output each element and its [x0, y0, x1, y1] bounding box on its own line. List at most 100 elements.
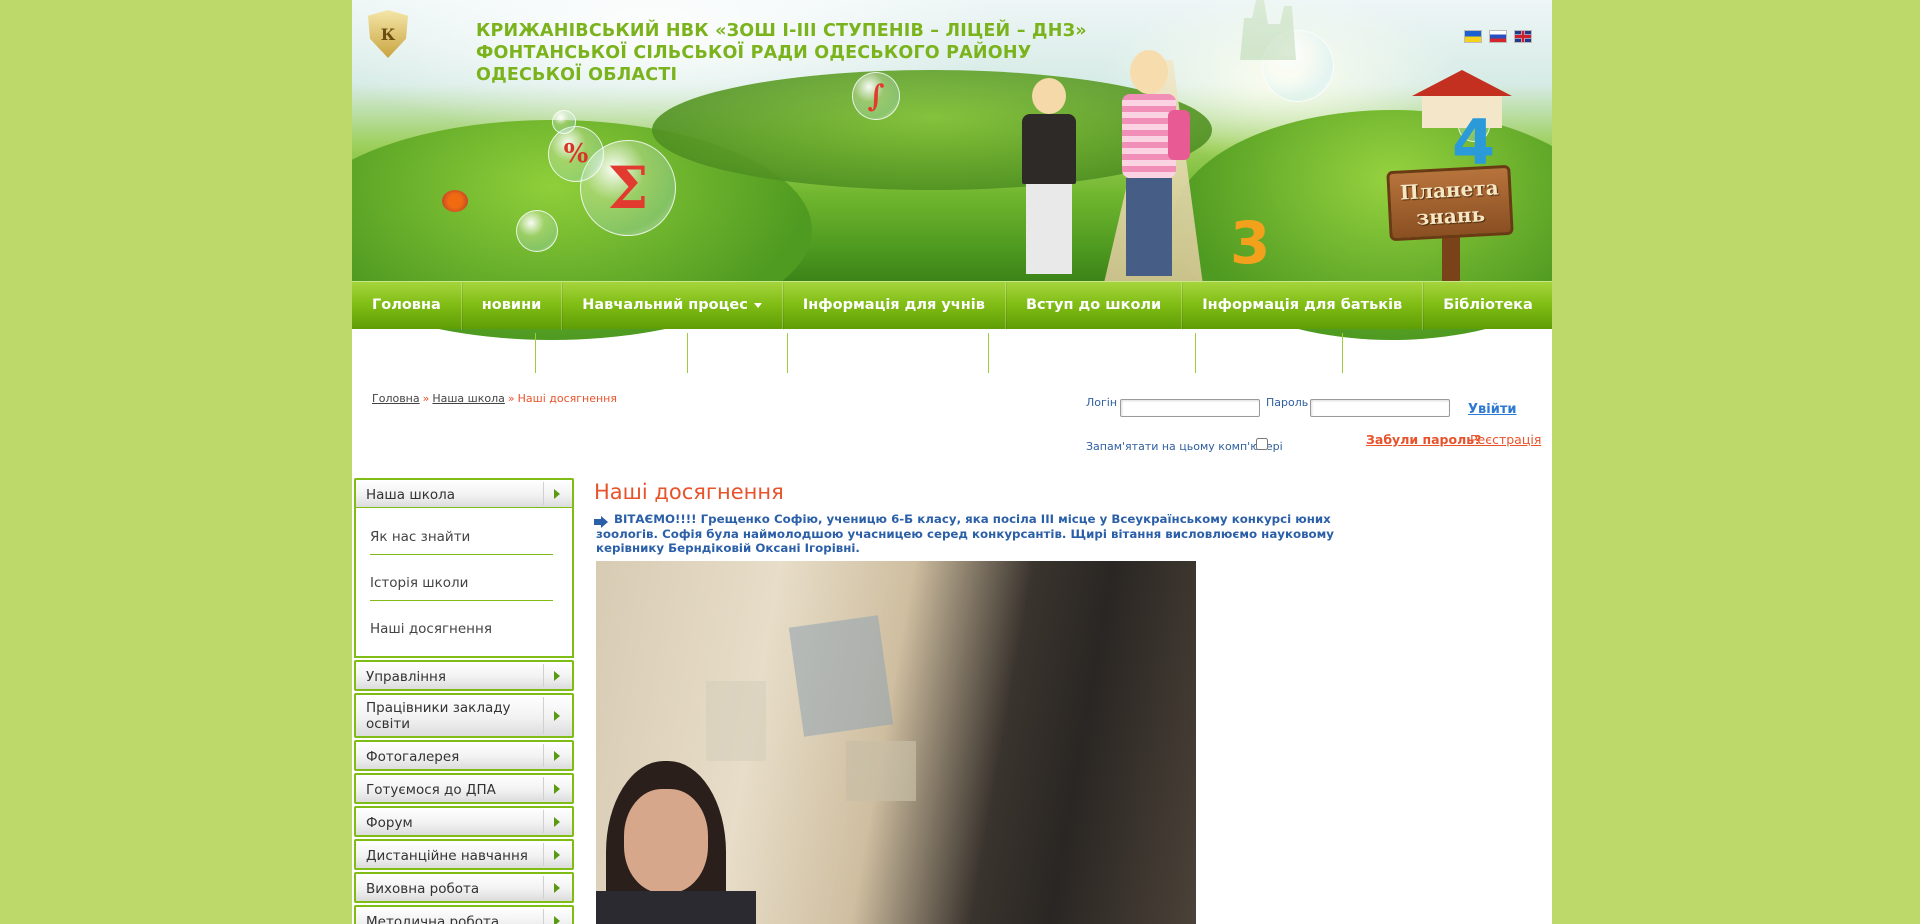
- divider: [1342, 333, 1343, 373]
- forgot-password-link[interactable]: Забули пароль?: [1366, 432, 1481, 447]
- divider: [535, 333, 536, 373]
- english-flag-icon[interactable]: [1514, 30, 1532, 43]
- girl-backpack: [1168, 110, 1190, 160]
- password-label: Пароль: [1266, 396, 1309, 409]
- ukrainian-flag-icon[interactable]: [1464, 30, 1482, 43]
- remember-label: Запам'ятати на цьому комп'ютері: [1086, 440, 1283, 453]
- sidebar-item-photo-gallery[interactable]: Фотогалерея: [354, 740, 574, 771]
- sigma-symbol: Σ: [607, 154, 649, 222]
- sidebar-item-label: Виховна робота: [366, 881, 480, 897]
- divider: [687, 333, 688, 373]
- register-link[interactable]: Реєстрація: [1470, 432, 1541, 447]
- school-logo[interactable]: К: [368, 10, 408, 58]
- sidebar-item-educational-work[interactable]: Виховна робота: [354, 872, 574, 903]
- small-bubble: [516, 210, 558, 252]
- divider: [988, 333, 989, 373]
- girl-face: [624, 789, 708, 893]
- girl-jeans: [1126, 178, 1172, 276]
- sidebar-item-management[interactable]: Управління: [354, 660, 574, 691]
- chevron-down-icon: [753, 302, 762, 308]
- sidebar-item-staff[interactable]: Працівники закладу освіти: [354, 693, 574, 738]
- nav-label: Головна: [372, 297, 441, 313]
- login-label: Логін: [1086, 396, 1118, 409]
- remember-checkbox[interactable]: [1256, 438, 1268, 450]
- nav-item-educational-process[interactable]: Навчальний процес: [562, 282, 783, 330]
- russian-flag-icon[interactable]: [1489, 30, 1507, 43]
- wall-paper: [846, 741, 916, 801]
- sidebar-item-distance-learning[interactable]: Дистанційне навчання: [354, 839, 574, 870]
- nav-item-student-info[interactable]: Інформація для учнів: [783, 282, 1006, 330]
- submenu-item-achievements[interactable]: Наші досягнення: [370, 612, 553, 646]
- header-banner: Σ % ∫ К КРИЖАНІВСЬКИЙ НВК «ЗОШ І-ІІІ СТУ…: [352, 0, 1552, 340]
- nav-label: Інформація для батьків: [1202, 297, 1403, 313]
- submenu-label: Історія школи: [370, 575, 469, 591]
- sidebar-item-label: Наша школа: [366, 487, 456, 503]
- breadcrumb-separator: »: [507, 392, 515, 405]
- breadcrumb: Головна» Наша школа» Наші досягнення: [372, 392, 617, 405]
- sidebar-item-label: Методична робота: [366, 914, 500, 924]
- chevron-right-icon: [543, 482, 570, 505]
- sidebar-item-label: Управління: [366, 669, 447, 685]
- page-title: Наші досягнення: [594, 480, 784, 504]
- girl-figure: [1108, 50, 1190, 280]
- chevron-right-icon: [543, 810, 570, 833]
- submenu-item-how-to-find-us[interactable]: Як нас знайти: [370, 520, 553, 555]
- chevron-right-icon: [543, 664, 570, 687]
- page-container: Σ % ∫ К КРИЖАНІВСЬКИЙ НВК «ЗОШ І-ІІІ СТУ…: [352, 0, 1552, 924]
- nav-item-admission[interactable]: Вступ до школи: [1006, 282, 1183, 330]
- sidebar-submenu: Як нас знайти Історія школи Наші досягне…: [354, 508, 574, 658]
- login-button[interactable]: Увійти: [1468, 402, 1516, 417]
- sidebar-item-forum[interactable]: Форум: [354, 806, 574, 837]
- divider: [1195, 333, 1196, 373]
- sidebar-item-our-school[interactable]: Наша школа: [354, 478, 574, 509]
- sidebar-item-methodical-work[interactable]: Методична робота: [354, 905, 574, 924]
- boy-vest: [1022, 114, 1076, 184]
- wall-poster: [788, 615, 894, 737]
- submenu-label: Як нас знайти: [370, 529, 471, 545]
- chevron-right-icon: [543, 777, 570, 800]
- boy-figure: [1012, 78, 1084, 278]
- submenu-item-history[interactable]: Історія школи: [370, 566, 553, 601]
- butterfly-icon: [442, 190, 468, 212]
- breadcrumb-current: Наші досягнення: [517, 392, 617, 405]
- nav-item-parent-info[interactable]: Інформація для батьків: [1182, 282, 1424, 330]
- submenu-label: Наші досягнення: [370, 621, 492, 637]
- nav-label: Навчальний процес: [582, 297, 748, 313]
- breadcrumb-separator: »: [422, 392, 430, 405]
- chevron-right-icon: [543, 744, 570, 767]
- main-content: Наші досягнення ВІТАЄМО!!!! Грещенко Соф…: [594, 478, 1374, 924]
- nav-label: Інформація для учнів: [802, 297, 985, 313]
- sidebar-item-label: Працівники закладу освіти: [366, 700, 511, 732]
- sidebar-item-label: Готуємося до ДПА: [366, 782, 496, 798]
- nav-item-library[interactable]: Бібліотека: [1423, 282, 1552, 330]
- house-roof: [1412, 70, 1512, 96]
- percent-bubble: %: [548, 126, 604, 182]
- nav-label: Вступ до школи: [1025, 297, 1162, 313]
- girl-clothes: [596, 891, 756, 924]
- password-input[interactable]: [1310, 399, 1450, 417]
- chevron-right-icon: [543, 876, 570, 899]
- number-three-figure: 3: [1230, 209, 1271, 277]
- sidebar-menu: Наша школа Як нас знайти Історія школи Н…: [354, 478, 574, 924]
- article-text-content: ВІТАЄМО!!!! Грещенко Софію, ученицю 6-Б …: [596, 512, 1334, 555]
- nav-label: Бібліотека: [1443, 297, 1533, 313]
- chevron-right-icon: [543, 909, 570, 924]
- small-bubble: [552, 110, 576, 134]
- divider: [787, 333, 788, 373]
- arrow-right-icon: [594, 516, 608, 528]
- breadcrumb-home-link[interactable]: Головна: [372, 392, 420, 405]
- sidebar-item-label: Дистанційне навчання: [366, 848, 528, 864]
- site-title: КРИЖАНІВСЬКИЙ НВК «ЗОШ І-ІІІ СТУПЕНІВ – …: [476, 21, 1087, 85]
- nav-label: новини: [481, 297, 542, 313]
- chevron-right-icon: [543, 843, 570, 866]
- sidebar-item-exam-prep[interactable]: Готуємося до ДПА: [354, 773, 574, 804]
- nav-item-home[interactable]: Головна: [352, 282, 462, 330]
- login-input[interactable]: [1120, 399, 1260, 417]
- signpost-pole: [1442, 235, 1460, 281]
- sidebar-item-label: Фотогалерея: [366, 749, 460, 765]
- chevron-right-icon: [543, 697, 570, 734]
- breadcrumb-section-link[interactable]: Наша школа: [432, 392, 505, 405]
- boy-trousers: [1026, 184, 1072, 274]
- nav-item-news[interactable]: новини: [462, 282, 563, 330]
- main-navigation: Головна новини Навчальний процес Інформа…: [352, 281, 1552, 330]
